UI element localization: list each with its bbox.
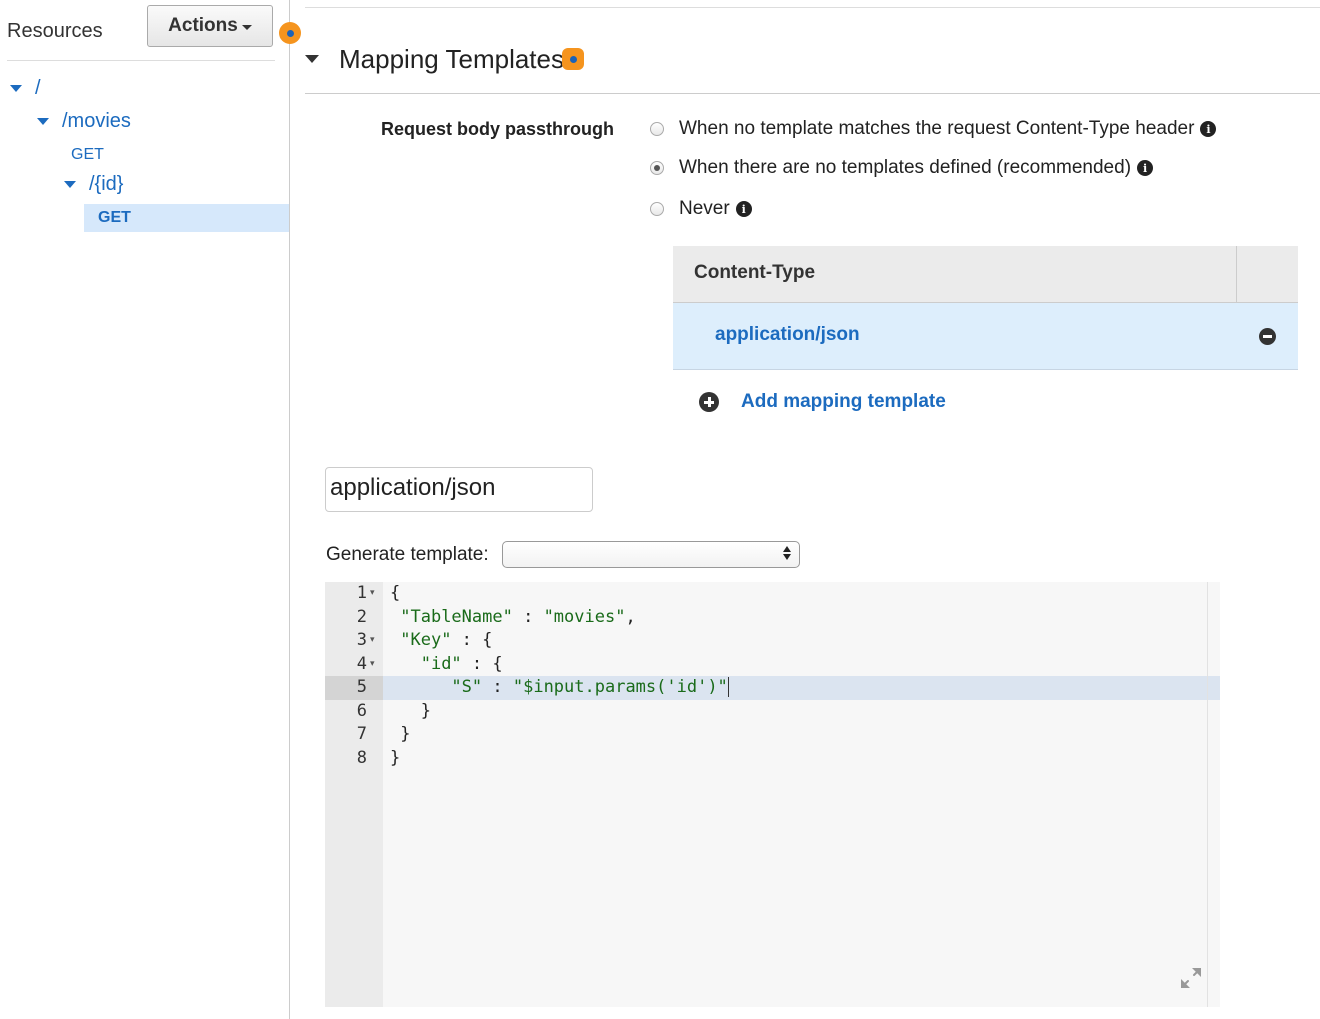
code-line-1[interactable]: {: [390, 582, 400, 606]
expand-triangle-icon[interactable]: [64, 181, 76, 188]
add-circle-icon[interactable]: [699, 392, 719, 412]
tree-item-id[interactable]: /{id}: [64, 173, 123, 196]
column-divider: [1236, 246, 1237, 302]
mapping-templates-help-icon[interactable]: [562, 48, 584, 70]
caret-down-icon: [241, 25, 252, 30]
collapse-triangle-icon[interactable]: [305, 55, 319, 63]
code-line-6[interactable]: }: [390, 700, 431, 724]
code-line-7[interactable]: }: [390, 723, 410, 747]
fold-arrow-icon[interactable]: ▾: [370, 582, 375, 606]
option-label: When there are no templates defined (rec…: [679, 157, 1132, 178]
info-icon[interactable]: i: [1137, 160, 1154, 176]
tree-item-root-label: /: [35, 77, 41, 99]
tree-item-movies-label: /movies: [62, 110, 131, 132]
help-badge-icon[interactable]: [279, 22, 301, 44]
content-type-table: Content-Type application/json: [673, 246, 1298, 370]
resources-title: Resources: [7, 20, 103, 42]
line-number: 5: [356, 677, 367, 697]
line-number: 2: [356, 606, 367, 627]
tree-item-id-label: /{id}: [89, 173, 124, 195]
actions-button-label: Actions: [168, 15, 238, 36]
tree-item-id-get[interactable]: GET: [98, 209, 131, 227]
info-icon[interactable]: i: [1200, 121, 1217, 137]
select-arrows-icon: [783, 546, 791, 560]
radio-button-checked[interactable]: [650, 161, 664, 175]
line-number: 8: [356, 747, 367, 768]
content-type-header: Content-Type: [694, 262, 816, 283]
fold-arrow-icon[interactable]: ▾: [370, 653, 375, 677]
passthrough-option-no-templates[interactable]: When there are no templates defined (rec…: [650, 157, 1154, 179]
tree-item-root[interactable]: /: [10, 77, 41, 100]
expand-triangle-icon[interactable]: [10, 85, 22, 92]
table-header: Content-Type: [673, 246, 1298, 303]
sidebar-divider: [7, 60, 275, 61]
code-line-2[interactable]: "TableName" : "movies",: [390, 606, 635, 630]
radio-button[interactable]: [650, 202, 664, 216]
line-number: 4: [356, 653, 367, 674]
code-line-3[interactable]: "Key" : {: [390, 629, 492, 653]
section-divider: [305, 93, 1320, 94]
line-number: 3: [356, 630, 367, 650]
print-margin: [1207, 582, 1208, 1007]
line-number: 7: [356, 724, 367, 744]
add-mapping-template-button[interactable]: Add mapping template: [699, 391, 946, 413]
actions-button[interactable]: Actions: [147, 5, 273, 47]
content-type-link[interactable]: application/json: [715, 324, 860, 346]
passthrough-label: Request body passthrough: [381, 119, 615, 139]
tree-item-movies-get[interactable]: GET: [71, 146, 104, 164]
option-label: Never: [679, 198, 730, 219]
code-line-8[interactable]: }: [390, 747, 400, 771]
passthrough-option-no-match[interactable]: When no template matches the request Con…: [650, 118, 1217, 140]
expand-editor-icon[interactable]: [1178, 965, 1204, 991]
option-label: When no template matches the request Con…: [679, 118, 1195, 139]
add-mapping-template-label[interactable]: Add mapping template: [741, 391, 946, 413]
template-code-editor[interactable]: 1 2 3 4 5 6 7 8 ▾ ▾ ▾ { "TableName" : "m…: [325, 582, 1220, 1007]
code-line-5[interactable]: "S" : "$input.params('id')": [390, 676, 729, 700]
text-cursor: [727, 677, 729, 697]
content-type-input[interactable]: application/json: [325, 467, 593, 512]
radio-button[interactable]: [650, 122, 664, 136]
mapping-templates-title[interactable]: Mapping Templates: [339, 44, 564, 75]
generate-template-label: Generate template:: [326, 544, 489, 565]
remove-icon[interactable]: [1259, 328, 1276, 345]
generate-template-select[interactable]: [502, 541, 800, 568]
line-number: 6: [356, 700, 367, 721]
passthrough-option-never[interactable]: Never i: [650, 198, 752, 220]
top-divider: [305, 7, 1320, 8]
code-line-4[interactable]: "id" : {: [390, 653, 503, 677]
tree-item-movies[interactable]: /movies: [37, 110, 131, 133]
fold-arrow-icon[interactable]: ▾: [370, 629, 375, 653]
info-icon[interactable]: i: [735, 201, 752, 217]
line-number: 1: [356, 583, 367, 603]
expand-triangle-icon[interactable]: [37, 118, 49, 125]
table-row[interactable]: application/json: [673, 303, 1298, 370]
resources-sidebar: Resources Actions / /movies GET /{id} GE…: [0, 0, 290, 1019]
